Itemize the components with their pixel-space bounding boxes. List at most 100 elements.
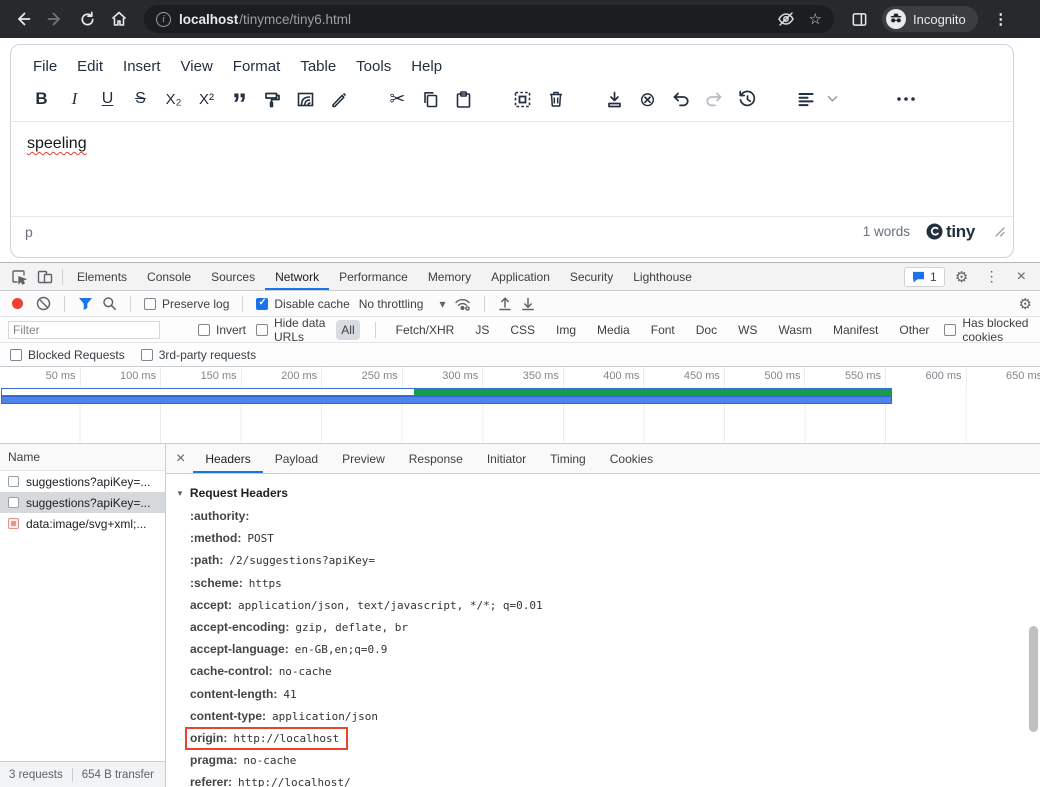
filter-type-js[interactable]: JS: [470, 320, 494, 340]
detail-tab-payload[interactable]: Payload: [263, 444, 330, 473]
address-bar[interactable]: i localhost /tinymce/tiny6.html ☆: [144, 5, 834, 33]
tab-network[interactable]: Network: [265, 263, 329, 290]
home-button[interactable]: [106, 6, 132, 32]
devtools-menu-button[interactable]: ⋮: [979, 268, 1005, 285]
align-dropdown-button[interactable]: [816, 86, 849, 112]
menu-view[interactable]: View: [171, 54, 223, 79]
italic-button[interactable]: I: [58, 86, 91, 112]
export-har-button[interactable]: [521, 296, 535, 311]
detail-tab-response[interactable]: Response: [397, 444, 475, 473]
edit-image-button[interactable]: [289, 86, 322, 112]
network-filter-button[interactable]: [78, 297, 93, 311]
menu-tools[interactable]: Tools: [346, 54, 401, 79]
forward-button[interactable]: [42, 6, 68, 32]
menu-format[interactable]: Format: [223, 54, 291, 79]
import-har-button[interactable]: [498, 296, 512, 311]
issues-counter[interactable]: 1: [904, 267, 945, 287]
third-party-requests-checkbox[interactable]: 3rd-party requests: [141, 348, 256, 362]
blockquote-button[interactable]: ”: [223, 86, 256, 112]
request-headers-section[interactable]: ▼ Request Headers: [166, 481, 1040, 505]
detail-tab-headers[interactable]: Headers: [193, 444, 262, 473]
delete-button[interactable]: [539, 86, 572, 112]
tab-lighthouse[interactable]: Lighthouse: [623, 263, 702, 290]
blocked-requests-checkbox[interactable]: Blocked Requests: [10, 348, 125, 362]
tab-performance[interactable]: Performance: [329, 263, 418, 290]
tab-elements[interactable]: Elements: [67, 263, 137, 290]
incognito-badge[interactable]: Incognito: [882, 6, 978, 32]
copy-button[interactable]: [414, 86, 447, 112]
detail-scrollbar[interactable]: [1029, 476, 1038, 785]
format-painter-button[interactable]: [256, 86, 289, 112]
browser-menu-button[interactable]: ⋮: [988, 6, 1014, 32]
menu-edit[interactable]: Edit: [67, 54, 113, 79]
tab-memory[interactable]: Memory: [418, 263, 481, 290]
bookmark-star-icon[interactable]: ☆: [809, 10, 822, 28]
network-search-button[interactable]: [102, 296, 117, 311]
hide-data-urls-checkbox[interactable]: Hide data URLs: [256, 316, 326, 344]
paste-button[interactable]: [447, 86, 480, 112]
tab-console[interactable]: Console: [137, 263, 201, 290]
side-panel-button[interactable]: [846, 6, 872, 32]
disable-cache-checkbox[interactable]: Disable cache: [256, 297, 349, 311]
detail-tab-timing[interactable]: Timing: [538, 444, 598, 473]
word-count[interactable]: 1 words: [863, 224, 910, 239]
filter-type-wasm[interactable]: Wasm: [773, 320, 817, 340]
editor-content-area[interactable]: speeling: [11, 122, 1013, 216]
cancel-button[interactable]: ⊗: [631, 86, 664, 112]
menu-insert[interactable]: Insert: [113, 54, 171, 79]
underline-button[interactable]: U: [91, 86, 124, 112]
third-party-cookies-blocked-icon[interactable]: [777, 10, 795, 28]
filter-type-css[interactable]: CSS: [505, 320, 540, 340]
throttling-dropdown[interactable]: No throttling ▾: [359, 297, 446, 311]
filter-type-manifest[interactable]: Manifest: [828, 320, 883, 340]
strikethrough-button[interactable]: S: [124, 86, 157, 112]
redo-button[interactable]: [697, 86, 730, 112]
more-toolbar-button[interactable]: [889, 86, 922, 112]
network-settings-button[interactable]: ⚙: [1019, 295, 1032, 313]
table-row[interactable]: suggestions?apiKey=...: [0, 492, 165, 513]
clear-network-log-button[interactable]: [36, 296, 51, 311]
tab-sources[interactable]: Sources: [201, 263, 265, 290]
close-detail-button[interactable]: ×: [168, 450, 193, 468]
detail-tab-initiator[interactable]: Initiator: [475, 444, 538, 473]
superscript-button[interactable]: X²: [190, 86, 223, 112]
network-overview[interactable]: [0, 387, 1040, 405]
has-blocked-cookies-checkbox[interactable]: Has blocked cookies: [944, 316, 1032, 344]
detail-tab-preview[interactable]: Preview: [330, 444, 397, 473]
tab-application[interactable]: Application: [481, 263, 560, 290]
filter-type-other[interactable]: Other: [894, 320, 934, 340]
subscript-button[interactable]: X₂: [157, 86, 190, 112]
back-button[interactable]: [10, 6, 36, 32]
devtools-settings-button[interactable]: ⚙: [949, 268, 975, 286]
table-row[interactable]: data:image/svg+xml;...: [0, 513, 165, 534]
name-column-header[interactable]: Name: [0, 444, 165, 471]
reload-button[interactable]: [74, 6, 100, 32]
resize-handle[interactable]: [995, 224, 1005, 240]
filter-type-fetch-xhr[interactable]: Fetch/XHR: [391, 320, 460, 340]
filter-type-all[interactable]: All: [336, 320, 359, 340]
element-path[interactable]: p: [25, 224, 33, 240]
page-info-icon[interactable]: i: [156, 12, 171, 27]
filter-input[interactable]: [8, 321, 160, 339]
tab-security[interactable]: Security: [560, 263, 623, 290]
misspelled-word[interactable]: speeling: [27, 135, 87, 152]
bold-button[interactable]: B: [25, 86, 58, 112]
detail-tab-cookies[interactable]: Cookies: [598, 444, 665, 473]
cut-button[interactable]: ✂: [381, 86, 414, 112]
tiny-branding[interactable]: tiny: [926, 222, 975, 242]
filter-type-media[interactable]: Media: [592, 320, 635, 340]
menu-table[interactable]: Table: [290, 54, 346, 79]
table-row[interactable]: suggestions?apiKey=...: [0, 471, 165, 492]
menu-file[interactable]: File: [23, 54, 67, 79]
filter-type-font[interactable]: Font: [646, 320, 680, 340]
restore-draft-button[interactable]: [730, 86, 763, 112]
inspect-element-button[interactable]: [6, 263, 32, 290]
filter-type-ws[interactable]: WS: [733, 320, 762, 340]
record-network-log-button[interactable]: [12, 298, 23, 309]
preserve-log-checkbox[interactable]: Preserve log: [144, 297, 229, 311]
network-conditions-button[interactable]: [454, 297, 471, 311]
export-button[interactable]: [598, 86, 631, 112]
device-toolbar-button[interactable]: [32, 263, 58, 290]
undo-button[interactable]: [664, 86, 697, 112]
filter-type-img[interactable]: Img: [551, 320, 581, 340]
